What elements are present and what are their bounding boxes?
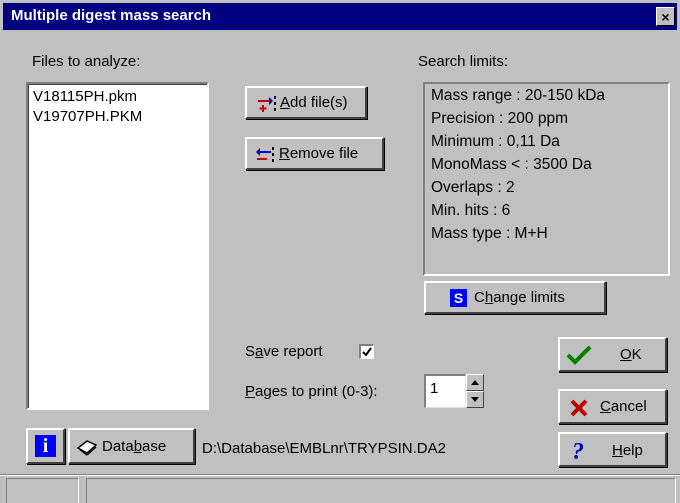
close-icon: ×: [661, 9, 670, 25]
database-path: D:\Database\EMBLnr\TRYPSIN.DA2: [202, 440, 446, 457]
spin-down-button[interactable]: [466, 391, 484, 408]
save-report-label: Save report: [245, 343, 323, 360]
database-button[interactable]: Database: [68, 428, 195, 464]
book-icon: [76, 440, 98, 456]
arrow-down-icon: [471, 397, 479, 402]
pages-to-print-input[interactable]: 1: [424, 374, 466, 408]
limit-line: Overlaps : 2: [431, 179, 515, 196]
svg-text:?: ?: [572, 439, 584, 463]
search-limits-box: Mass range : 20-150 kDa Precision : 200 …: [423, 82, 670, 276]
database-label: Database: [102, 438, 167, 455]
pages-to-print-label: Pages to print (0-3):: [245, 383, 378, 400]
save-report-checkbox[interactable]: [359, 344, 374, 359]
search-limits-label: Search limits:: [418, 53, 509, 70]
change-limits-icon: S: [450, 289, 467, 307]
limit-line: Mass range : 20-150 kDa: [431, 87, 606, 104]
question-icon: ?: [572, 439, 584, 463]
status-pane: [6, 478, 79, 503]
cancel-label: Cancel: [600, 398, 647, 415]
arrow-up-icon: [471, 380, 479, 385]
limit-line: Min. hits : 6: [431, 202, 511, 219]
x-icon: [570, 399, 588, 417]
limit-line: Precision : 200 ppm: [431, 110, 568, 127]
checkmark-icon: [566, 345, 592, 365]
file-item[interactable]: V18115PH.pkm: [33, 88, 137, 105]
spin-up-button[interactable]: [466, 374, 484, 391]
file-item[interactable]: V19707PH.PKM: [33, 108, 142, 125]
status-bar: [0, 474, 680, 503]
cancel-button[interactable]: Cancel: [558, 389, 667, 424]
help-button[interactable]: ? Help: [558, 432, 667, 467]
ok-button[interactable]: OK: [558, 337, 667, 372]
close-button[interactable]: ×: [656, 7, 675, 26]
remove-file-button[interactable]: Remove file: [245, 137, 384, 170]
add-file-label: Add file(s): [280, 94, 348, 111]
dialog-window: Multiple digest mass search × Files to a…: [0, 0, 680, 503]
add-file-icon: [258, 96, 276, 112]
ok-label: OK: [620, 346, 642, 363]
files-label: Files to analyze:: [32, 53, 141, 70]
files-list[interactable]: V18115PH.pkm V19707PH.PKM: [26, 82, 209, 410]
help-label: Help: [612, 442, 643, 459]
info-button[interactable]: i: [26, 428, 65, 464]
window-title: Multiple digest mass search: [11, 7, 212, 24]
limit-line: MonoMass < : 3500 Da: [431, 156, 592, 173]
limit-line: Minimum : 0,11 Da: [431, 133, 560, 150]
status-pane: [86, 478, 676, 503]
info-icon: i: [35, 435, 56, 457]
change-limits-button[interactable]: S Change limits: [424, 281, 606, 314]
change-limits-label: Change limits: [474, 289, 565, 306]
remove-file-label: Remove file: [279, 145, 359, 162]
check-mark-icon: [362, 347, 372, 357]
limit-line: Mass type : M+H: [431, 225, 548, 242]
remove-file-icon: [256, 147, 274, 162]
title-bar[interactable]: Multiple digest mass search ×: [3, 3, 677, 30]
add-file-button[interactable]: Add file(s): [245, 86, 367, 119]
